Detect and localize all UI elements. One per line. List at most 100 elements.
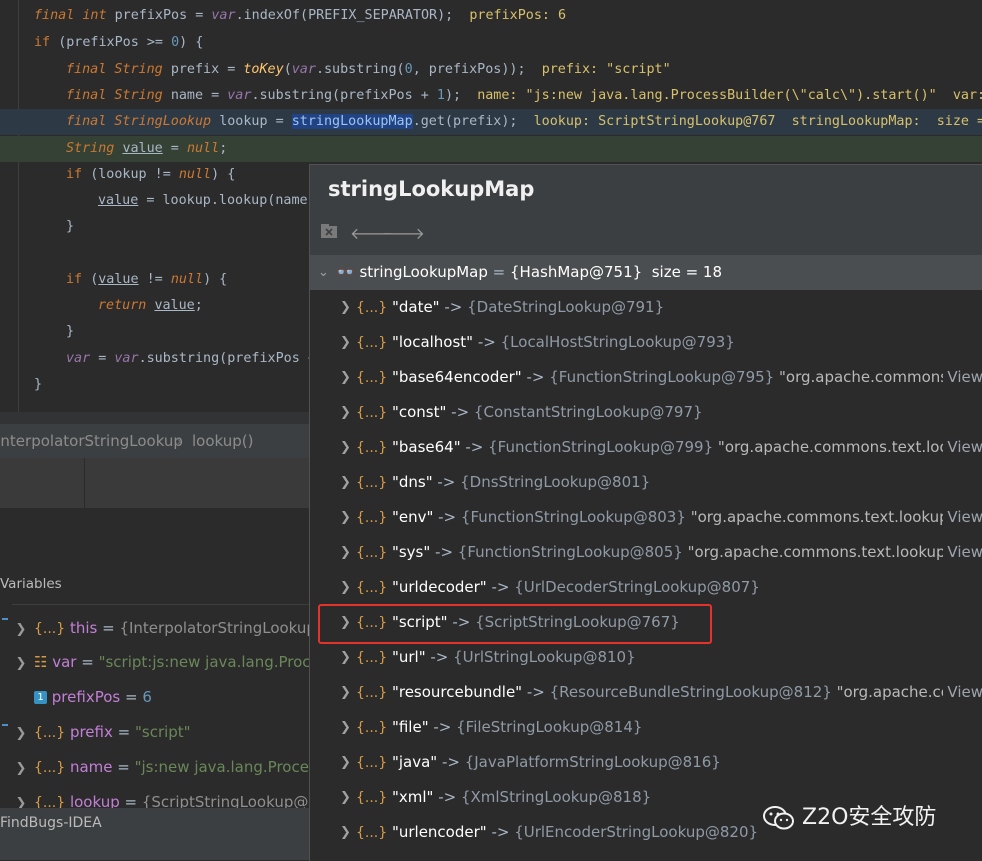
code-token: } [66,219,75,234]
object-icon: {...} [356,335,388,351]
map-entry-row[interactable]: ❯ {...} "urldecoder" -> {UrlDecoderString… [310,570,982,605]
code-token: String [114,62,171,77]
map-entry-label: {...} "urlencoder" -> {UrlEncoderStringL… [356,823,759,841]
popup-tree[interactable]: ⌄ 👓 stringLookupMap = {HashMap@751} size… [310,255,982,861]
variable-row[interactable]: 1 prefixPos = 6 [12,680,310,714]
map-entry-label: {...} "file" -> {FileStringLookup@814} [356,718,643,736]
object-icon: {...} [356,440,388,456]
code-token: } [66,324,75,339]
popup-title: stringLookupMap [328,177,535,201]
code-line[interactable]: final String name = var.substring(prefix… [0,83,982,109]
chevron-right-icon[interactable]: ❯ [340,500,351,535]
code-token: ); [437,8,470,23]
map-key: "xml" [391,788,434,806]
map-entry-label: {...} "date" -> {DateStringLookup@791} [356,298,665,316]
chevron-right-icon[interactable]: ❯ [340,395,351,430]
variable-row[interactable]: ❯{...} name = "js:new java.lang.ProcessB [12,750,310,784]
code-token: prefixPos = [114,8,212,23]
code-line[interactable]: final String prefix = toKey(var.substrin… [0,57,982,83]
chevron-right-icon[interactable]: ❯ [340,745,351,780]
map-entry-row[interactable]: ❯ {...} "url" -> {UrlStringLookup@810} [310,640,982,675]
back-arrow-icon[interactable]: 🡐 [350,223,393,245]
findbugs-tab[interactable]: FindBugs-IDEA [0,815,102,831]
chevron-right-icon[interactable]: ❯ [340,675,351,710]
variable-row[interactable]: ❯ {...} this = {InterpolatorStringLookup@ [12,611,310,645]
chevron-right-icon[interactable]: ❯ [340,640,351,675]
map-entry-row[interactable]: ❯ {...} "base64" -> {FunctionStringLookup… [310,430,982,465]
map-key: "urldecoder" [391,578,487,596]
chevron-right-icon[interactable]: ❯ [340,570,351,605]
close-panel-icon[interactable] [318,223,340,245]
map-value: {XmlStringLookup@818} [460,788,652,806]
frame-tick [2,724,8,726]
chevron-right-icon[interactable]: ❯ [12,717,30,749]
forward-arrow-icon[interactable]: 🡒 [382,223,425,245]
map-entry-label: {...} "sys" -> {FunctionStringLookup@805… [356,543,982,561]
view-link[interactable]: View [943,500,982,535]
variable-value: "script:js:new java.lang.Proce [98,653,310,671]
object-icon: {...} [356,300,388,316]
chevron-right-icon[interactable]: ❯ [12,752,30,784]
chevron-right-icon[interactable]: ❯ [12,647,30,679]
variable-row[interactable]: ❯ ☷ var = "script:js:new java.lang.Proce [12,645,310,679]
code-line[interactable]: final int prefixPos = var.indexOf(PREFIX… [0,3,982,29]
chevron-right-icon[interactable]: ❯ [340,325,351,360]
variable-name: var [52,653,77,671]
chevron-right-icon[interactable]: ❯ [340,815,351,850]
code-token: indexOf( [243,8,309,23]
map-value: {DnsStringLookup@801} [460,473,651,491]
chevron-down-icon[interactable]: ⌄ [318,255,329,290]
view-link[interactable]: View [943,675,982,710]
view-link[interactable]: View [943,535,982,570]
chevron-right-icon[interactable]: ❯ [340,290,351,325]
map-entry-row[interactable]: ❯ {...} "sys" -> {FunctionStringLookup@80… [310,535,982,570]
breadcrumb-method[interactable]: lookup() [192,424,253,458]
map-value: {FunctionStringLookup@799} [488,438,714,456]
chevron-right-icon[interactable]: ❯ [340,710,351,745]
map-key: "urlencoder" [391,823,487,841]
object-icon: {...} [356,370,388,386]
code-token: if [66,167,91,182]
variable-row[interactable]: ❯ {...} prefix = "script" [12,715,310,749]
chevron-right-icon[interactable]: ❯ [340,430,351,465]
object-icon: {...} [356,685,388,701]
map-entry-row[interactable]: ❯ {...} "file" -> {FileStringLookup@814} [310,710,982,745]
map-entry-row[interactable]: ❯ {...} "date" -> {DateStringLookup@791} [310,290,982,325]
object-icon: {...} [356,720,388,736]
chevron-right-icon[interactable]: ❯ [340,360,351,395]
code-token: = [90,351,115,366]
object-icon: {...} [356,580,388,596]
map-entry-row[interactable]: ❯ {...} "const" -> {ConstantStringLookup@… [310,395,982,430]
map-entry-label: {...} "base64encoder" -> {FunctionString… [356,368,982,386]
chevron-right-icon[interactable]: ❯ [340,465,351,500]
map-value: {ConstantStringLookup@797} [473,403,703,421]
map-entry-row[interactable]: ❯ {...} "dns" -> {DnsStringLookup@801} [310,465,982,500]
map-entry-label: {...} "dns" -> {DnsStringLookup@801} [356,473,651,491]
code-line[interactable]: if (prefixPos >= 0) { [0,30,982,56]
map-entry-row[interactable]: ❯ {...} "java" -> {JavaPlatformStringLook… [310,745,982,780]
breadcrumb-class[interactable]: InterpolatorStringLookup [0,424,183,458]
map-entry-label: {...} "urldecoder" -> {UrlDecoderStringL… [356,578,760,596]
code-line[interactable]: final StringLookup lookup = stringLookup… [0,109,982,135]
code-token: prefixPos: 6 [469,8,567,23]
frame-gutter [0,604,12,814]
map-value: {FileStringLookup@814} [456,718,643,736]
map-entry-row[interactable]: ❯ {...} "env" -> {FunctionStringLookup@80… [310,500,982,535]
map-entry-row[interactable]: ❯ {...} "localhost" -> {LocalHostStringLo… [310,325,982,360]
popup-toolbar: 🡐 🡒 [310,217,982,253]
map-entry-row[interactable]: ❯ {...} "resourcebundle" -> {ResourceBund… [310,675,982,710]
code-line[interactable]: String value = null; [0,136,982,162]
code-token: != [138,272,171,287]
inspect-popup: stringLookupMap 🡐 🡒 ⌄ 👓 stringLookupMap … [309,164,982,861]
chevron-right-icon[interactable]: ❯ [340,535,351,570]
tree-root-row[interactable]: ⌄ 👓 stringLookupMap = {HashMap@751} size… [310,255,982,290]
variables-tree[interactable]: ❯ {...} this = {InterpolatorStringLookup@… [12,604,310,815]
chevron-right-icon[interactable]: ❯ [12,613,30,645]
chevron-right-icon[interactable]: ❯ [340,780,351,815]
object-icon: {...} [356,405,388,421]
highlight-box [318,604,712,644]
view-link[interactable]: View [943,360,982,395]
code-token: int [82,8,115,23]
map-entry-row[interactable]: ❯ {...} "base64encoder" -> {FunctionStrin… [310,360,982,395]
view-link[interactable]: View [943,430,982,465]
